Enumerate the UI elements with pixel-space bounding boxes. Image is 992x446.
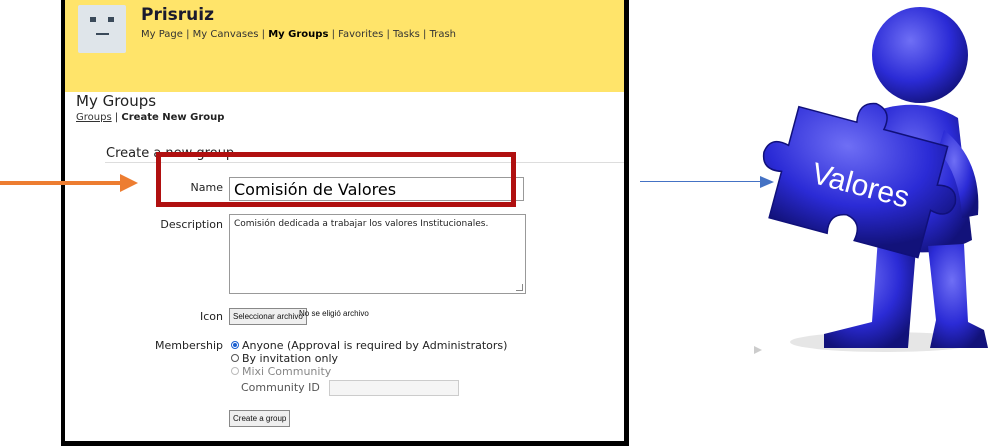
nav-my-groups[interactable]: My Groups: [268, 29, 328, 40]
membership-option-label: Mixi Community: [242, 365, 332, 378]
breadcrumb: Groups | Create New Group: [76, 112, 224, 123]
avatar-mouth-icon: [96, 33, 109, 35]
nav-separator: |: [182, 29, 193, 40]
resize-handle-icon[interactable]: [516, 284, 523, 291]
avatar-eye-icon: [90, 17, 96, 22]
figure-leg-left-icon: [824, 238, 916, 348]
nav-separator: |: [419, 29, 430, 40]
nav-tasks[interactable]: Tasks: [393, 29, 420, 40]
app-window: Prisruiz My Page | My Canvases | My Grou…: [65, 0, 624, 441]
community-id-input: [329, 380, 459, 396]
screenshot-frame: Prisruiz My Page | My Canvases | My Grou…: [61, 0, 629, 446]
nav-separator: |: [258, 29, 269, 40]
membership-option-mixi: Mixi Community: [231, 365, 331, 378]
avatar-eye-icon: [108, 17, 114, 22]
blue-arrow-icon: [640, 181, 762, 182]
breadcrumb-groups-link[interactable]: Groups: [76, 112, 112, 123]
choose-file-button[interactable]: Seleccionar archivo: [229, 308, 307, 325]
user-avatar-icon[interactable]: [78, 5, 126, 53]
orange-arrow-icon: [0, 181, 122, 185]
membership-option-anyone[interactable]: Anyone (Approval is required by Administ…: [231, 339, 507, 352]
nav-my-page[interactable]: My Page: [141, 29, 183, 40]
description-label: Description: [160, 218, 223, 231]
figure-leg-right-icon: [928, 244, 988, 348]
nav-separator: |: [328, 29, 339, 40]
community-id-label: Community ID: [241, 381, 320, 394]
create-group-button[interactable]: Create a group: [229, 410, 291, 427]
description-text: Comisión dedicada a trabajar los valores…: [234, 219, 489, 229]
breadcrumb-separator: |: [111, 112, 122, 123]
radio-icon[interactable]: [231, 354, 239, 362]
main-nav: My Page | My Canvases | My Groups | Favo…: [141, 29, 456, 40]
page-title: My Groups: [76, 92, 157, 110]
nav-my-canvases[interactable]: My Canvases: [193, 29, 259, 40]
nav-trash[interactable]: Trash: [430, 29, 456, 40]
site-name[interactable]: Prisruiz: [141, 5, 214, 25]
puzzle-figure-illustration: Valores: [762, 7, 988, 352]
membership-option-label: Anyone (Approval is required by Administ…: [242, 339, 508, 352]
nav-favorites[interactable]: Favorites: [338, 29, 383, 40]
nav-separator: |: [383, 29, 394, 40]
site-header: Prisruiz My Page | My Canvases | My Grou…: [65, 0, 624, 92]
breadcrumb-current: Create New Group: [121, 112, 225, 123]
file-status-text: No se eligió archivo: [299, 309, 369, 318]
membership-option-label: By invitation only: [242, 352, 339, 365]
orange-arrowhead-icon: [120, 174, 138, 192]
radio-disabled-icon: [231, 367, 239, 375]
description-textarea[interactable]: Comisión dedicada a trabajar los valores…: [229, 214, 526, 294]
membership-option-invitation[interactable]: By invitation only: [231, 352, 338, 365]
icon-label: Icon: [200, 310, 223, 323]
radio-selected-icon[interactable]: [231, 341, 239, 349]
highlight-box: [156, 152, 516, 207]
figure-head-icon: [872, 7, 968, 103]
cursor-icon: [754, 346, 762, 354]
membership-label: Membership: [155, 339, 223, 352]
